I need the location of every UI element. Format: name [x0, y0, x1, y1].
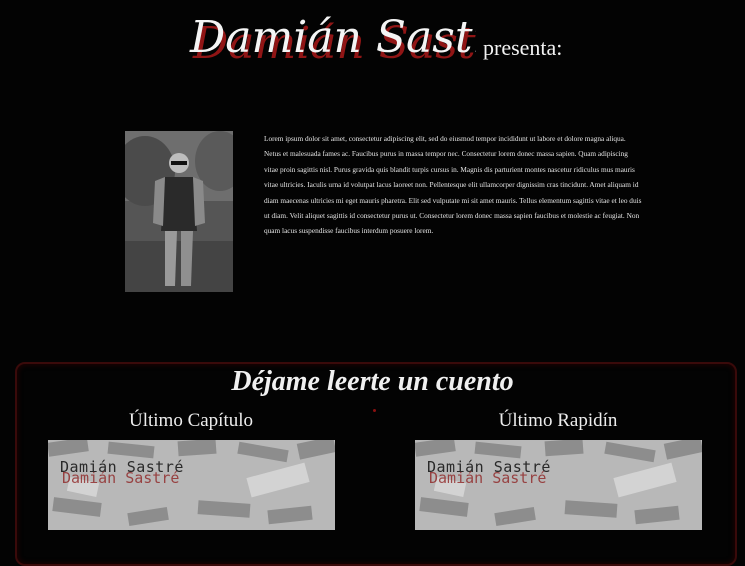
bio-text: Lorem ipsum dolor sit amet, consectetur …	[264, 134, 642, 236]
brand-logo[interactable]: Damián Sastré Damián Sastré	[186, 6, 523, 69]
author-photo	[125, 131, 233, 292]
presenta-label: presenta:	[483, 35, 563, 60]
latest-rapidin-heading: Último Rapidín	[498, 410, 618, 431]
stories-title: Déjame leerte un cuento	[231, 366, 514, 397]
cover-title: Damián Sastré	[427, 458, 551, 476]
latest-chapter-cover[interactable]: Damián Sastré Damián Sastré	[48, 440, 335, 530]
logo-text: Damián Sastré	[189, 12, 476, 63]
cover-title: Damián Sastré	[60, 458, 184, 476]
latest-rapidin-cover[interactable]: Damián Sastré Damián Sastré	[415, 440, 702, 530]
divider-dot	[373, 409, 376, 412]
latest-chapter-heading: Último Capítulo	[128, 410, 254, 431]
